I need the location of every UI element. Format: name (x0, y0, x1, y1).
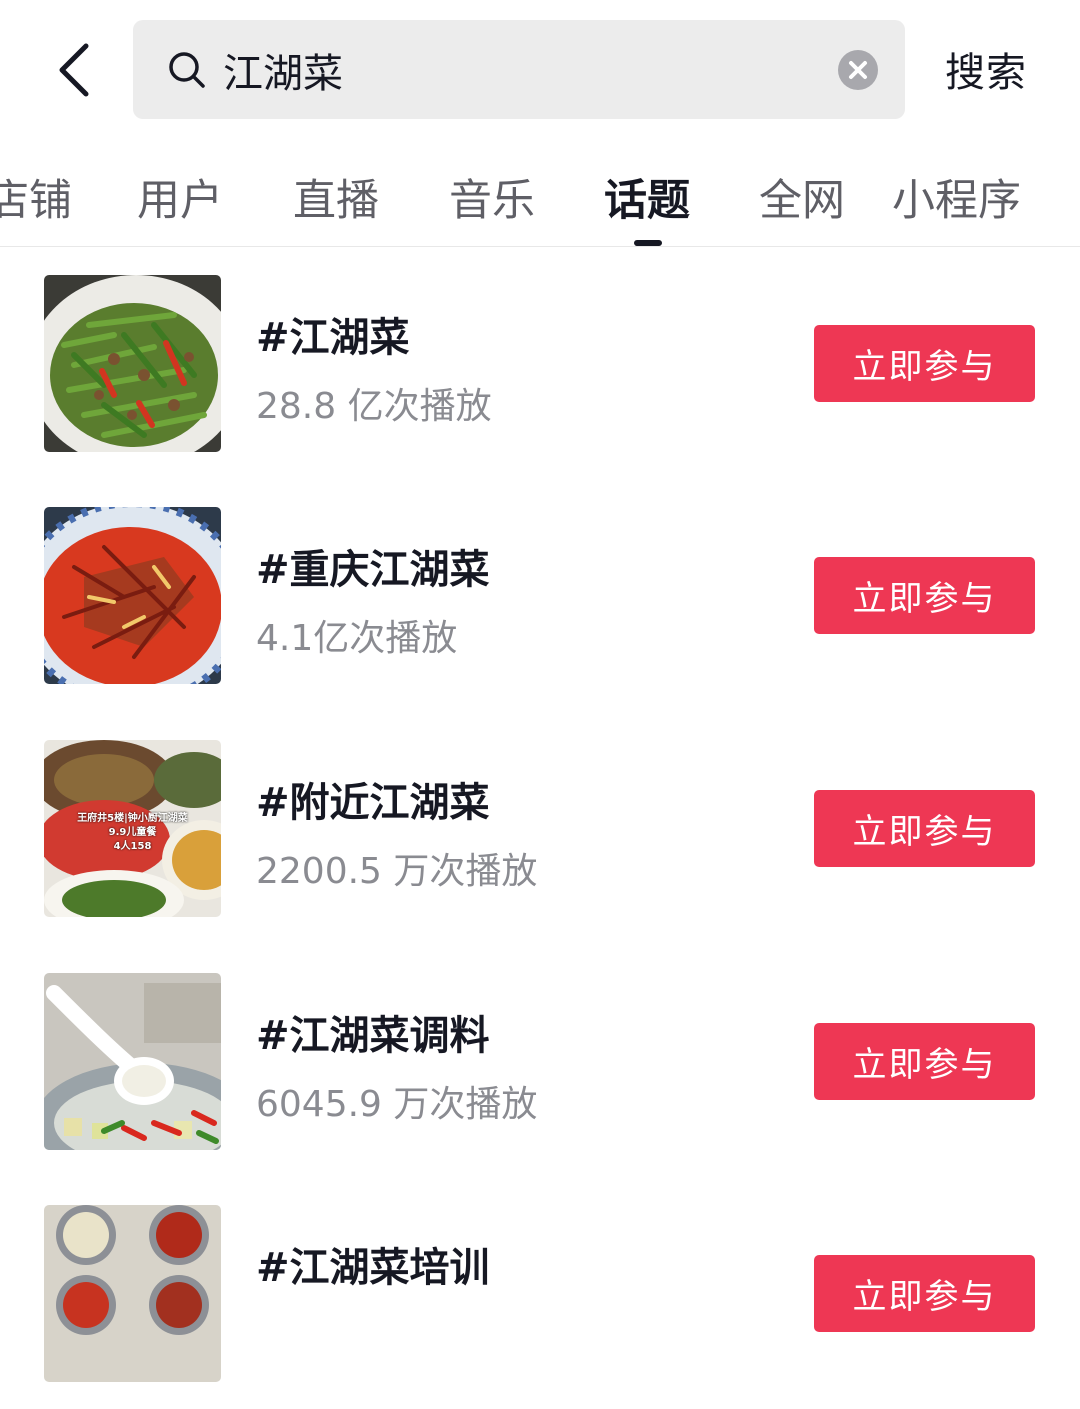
topic-thumbnail (44, 1205, 221, 1382)
back-button[interactable] (48, 38, 108, 102)
top-bar: 搜索 (0, 0, 1080, 140)
food-image (44, 1205, 221, 1382)
topic-title: #江湖菜调料 (256, 1013, 490, 1059)
thumbnail-caption: 9.9儿童餐 (108, 827, 157, 838)
thumbnail-caption: 4人158 (113, 841, 152, 852)
tab-topics[interactable]: 话题 (604, 166, 690, 228)
active-tab-indicator (634, 240, 662, 246)
search-box[interactable] (133, 20, 905, 119)
join-button[interactable]: 立即参与 (814, 325, 1035, 402)
join-button[interactable]: 立即参与 (814, 790, 1035, 867)
topic-title: #江湖菜培训 (256, 1245, 490, 1291)
food-image (44, 507, 221, 684)
tab-web[interactable]: 全网 (759, 166, 845, 228)
topic-thumbnail: 王府井5楼|钟小厨江湖菜 9.9儿童餐 4人158 (44, 740, 221, 917)
tab-music[interactable]: 音乐 (449, 166, 535, 228)
chevron-left-icon (59, 43, 89, 97)
topic-row[interactable]: #江湖菜调料 6045.9 万次播放 立即参与 (0, 945, 1080, 1177)
clear-search-button[interactable] (837, 49, 879, 91)
topic-title: #江湖菜 (256, 315, 410, 361)
clear-icon (838, 50, 878, 90)
topic-thumbnail (44, 275, 221, 452)
topic-title: #附近江湖菜 (256, 780, 490, 826)
food-image (44, 973, 221, 1150)
tab-live[interactable]: 直播 (293, 166, 379, 228)
topic-view-count: 2200.5 万次播放 (256, 851, 538, 892)
tab-shops[interactable]: 店铺 (0, 166, 72, 228)
tab-mini-programs[interactable]: 小程序 (892, 166, 1021, 228)
search-input[interactable] (223, 42, 823, 98)
search-submit-button[interactable]: 搜索 (945, 40, 1027, 98)
topic-row[interactable]: 王府井5楼|钟小厨江湖菜 9.9儿童餐 4人158 #附近江湖菜 2200.5 … (0, 712, 1080, 944)
join-button[interactable]: 立即参与 (814, 1255, 1035, 1332)
topic-thumbnail (44, 973, 221, 1150)
join-button[interactable]: 立即参与 (814, 557, 1035, 634)
topic-row[interactable]: #重庆江湖菜 4.1亿次播放 立即参与 (0, 479, 1080, 711)
topic-view-count: 28.8 亿次播放 (256, 386, 492, 427)
topic-view-count: 4.1亿次播放 (256, 618, 458, 659)
food-image (44, 275, 221, 452)
category-tabs: 店铺 用户 直播 音乐 话题 全网 小程序 (0, 140, 1080, 247)
join-button[interactable]: 立即参与 (814, 1023, 1035, 1100)
tab-users[interactable]: 用户 (137, 166, 223, 228)
thumbnail-caption: 王府井5楼|钟小厨江湖菜 (77, 813, 188, 824)
topic-thumbnail (44, 507, 221, 684)
topic-title: #重庆江湖菜 (256, 547, 490, 593)
search-icon (169, 52, 205, 88)
topic-row[interactable]: #江湖菜 28.8 亿次播放 立即参与 (0, 247, 1080, 479)
topic-view-count: 6045.9 万次播放 (256, 1084, 538, 1125)
topic-row[interactable]: #江湖菜培训 立即参与 (0, 1177, 1080, 1409)
